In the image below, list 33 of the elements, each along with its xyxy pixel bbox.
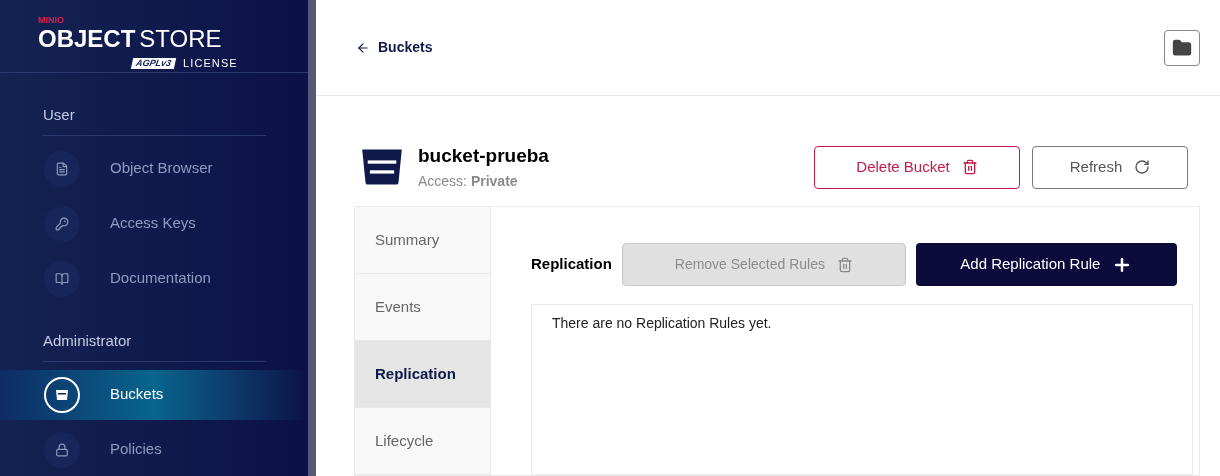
refresh-button[interactable]: Refresh <box>1032 145 1188 189</box>
tab[interactable]: Replication <box>355 341 490 408</box>
brand-name: STORE <box>139 27 222 51</box>
sidebar-item[interactable]: Documentation <box>0 253 308 304</box>
brand-name-bold: OBJECT <box>38 27 136 51</box>
sidebar-item[interactable]: Access Keys <box>0 198 308 249</box>
file-icon <box>55 161 69 176</box>
trash-icon <box>836 256 853 273</box>
empty-message: There are no Replication Rules yet. <box>552 315 772 331</box>
folder-icon <box>1172 37 1192 58</box>
back-link[interactable]: Buckets <box>356 37 433 59</box>
trash-icon <box>961 159 978 176</box>
bucket-name: bucket-prueba <box>418 144 549 169</box>
license-label: LICENSE <box>183 56 238 71</box>
add-rule-button[interactable]: Add Replication Rule <box>915 243 1177 286</box>
tab[interactable]: Lifecycle <box>355 408 490 475</box>
delete-button[interactable]: Delete Bucket <box>814 145 1020 189</box>
refresh-icon <box>1134 159 1151 176</box>
license-logo: AGPLv3 <box>130 57 177 69</box>
sidebar-item[interactable]: Policies <box>0 424 308 475</box>
folder-button[interactable] <box>1164 29 1200 66</box>
section-heading: Replication <box>531 254 612 275</box>
section-title: User <box>43 105 75 123</box>
section-title: Administrator <box>43 331 132 349</box>
book-icon <box>55 271 69 286</box>
key-icon <box>55 216 69 231</box>
bucket-icon <box>55 388 69 401</box>
lock-icon <box>55 442 69 457</box>
tab[interactable]: Summary <box>355 207 490 274</box>
bucket-icon <box>360 147 404 188</box>
bucket-access: Access: Private <box>418 171 519 191</box>
brand-maker: MINIO <box>38 16 65 25</box>
sidebar-item[interactable]: Object Browser <box>0 143 308 194</box>
